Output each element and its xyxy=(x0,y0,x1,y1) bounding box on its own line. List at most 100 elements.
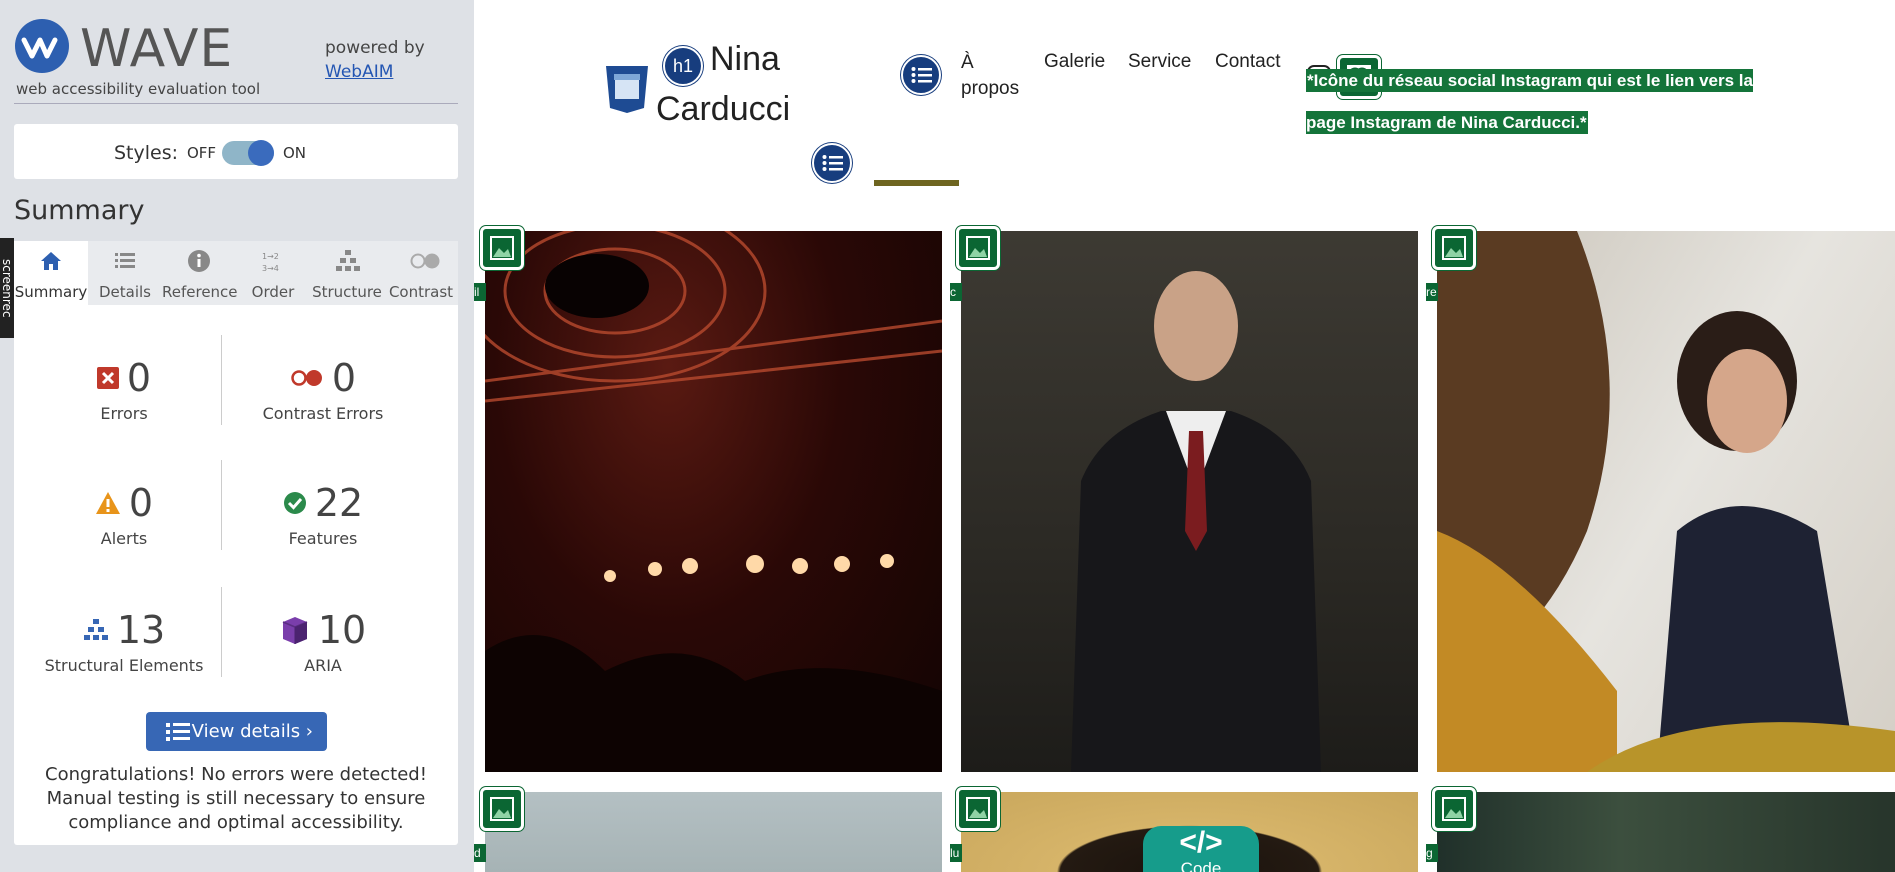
styles-toggle-box: Styles: OFF ON xyxy=(14,124,458,179)
stat-aria[interactable]: 10 ARIA xyxy=(228,608,418,675)
stat-structural[interactable]: 13 Structural Elements xyxy=(29,608,219,675)
powered-by: powered by WebAIM xyxy=(325,36,425,84)
image-icon xyxy=(1442,797,1466,821)
svg-text:3→4: 3→4 xyxy=(262,264,279,273)
gallery-photo-woman[interactable] xyxy=(1437,231,1895,772)
wave-subtitle: web accessibility evaluation tool xyxy=(16,80,261,98)
list-icon xyxy=(166,723,190,741)
html5-shield-icon xyxy=(606,66,648,113)
info-icon xyxy=(188,250,210,272)
nav-link-contact[interactable]: Contact xyxy=(1215,51,1280,73)
tab-label: Details xyxy=(98,283,151,301)
alt-text-chip: il xyxy=(474,283,486,301)
alert-icon xyxy=(95,492,120,514)
brand-name-line2: Carducci xyxy=(656,90,791,128)
image-feature-icon xyxy=(480,787,524,831)
contrast-error-icon xyxy=(291,370,322,386)
image-feature-icon xyxy=(1432,226,1476,270)
tab-order[interactable]: 1→2 3→4 Order xyxy=(236,241,310,305)
h1-label: h1 xyxy=(672,56,694,76)
gallery-photo-6[interactable] xyxy=(1437,792,1895,872)
features-label: Features xyxy=(288,529,358,548)
alerts-count: 0 xyxy=(128,481,154,525)
view-details-label: View details › xyxy=(191,721,313,742)
image-icon xyxy=(966,236,990,260)
image-icon xyxy=(966,797,990,821)
image-icon xyxy=(490,236,514,260)
list-icon xyxy=(911,67,932,83)
features-count: 22 xyxy=(314,481,364,525)
wave-tabs: Summary Details Reference 1→2 3→4 Order S… xyxy=(14,241,458,305)
list-icon xyxy=(115,253,135,268)
brand-name-line1: Nina xyxy=(710,40,780,78)
summary-heading: Summary xyxy=(14,195,145,226)
tab-contrast[interactable]: Contrast xyxy=(384,241,458,305)
tab-structure[interactable]: Structure xyxy=(310,241,384,305)
wave-logo-icon xyxy=(15,19,69,73)
aria-cube-icon xyxy=(282,617,308,644)
congrats-message: Congratulations! No errors were detected… xyxy=(45,764,427,833)
image-feature-icon xyxy=(480,226,524,270)
divider xyxy=(14,103,458,104)
tab-details[interactable]: Details xyxy=(88,241,162,305)
tab-label: Summary xyxy=(14,283,88,301)
list-badge xyxy=(812,143,852,183)
code-label: Code xyxy=(1180,859,1222,872)
order-icon: 1→23→4 xyxy=(262,252,279,273)
concert-scene xyxy=(485,231,942,772)
styles-on-label: ON xyxy=(283,144,307,162)
errors-count: 0 xyxy=(126,356,152,400)
powered-by-label: powered by xyxy=(325,38,425,58)
structural-count: 13 xyxy=(116,608,166,652)
stat-divider xyxy=(221,587,222,677)
webaim-link[interactable]: WebAIM xyxy=(325,60,425,84)
image-feature-icon xyxy=(956,226,1000,270)
image-icon xyxy=(490,797,514,821)
contrast-errors-label: Contrast Errors xyxy=(262,404,384,423)
screenrec-tab[interactable]: screenrec xyxy=(0,238,14,338)
nav-underline xyxy=(874,180,959,186)
tab-reference[interactable]: Reference xyxy=(162,241,238,305)
nav-link-galerie[interactable]: Galerie xyxy=(1044,51,1105,73)
stat-alerts[interactable]: 0 Alerts xyxy=(29,481,219,548)
summary-panel: Summary Details Reference 1→2 3→4 Order S… xyxy=(14,241,458,845)
h1-badge: h1 xyxy=(663,46,703,86)
tab-summary[interactable]: Summary xyxy=(14,241,88,305)
contrast-errors-count: 0 xyxy=(331,356,357,400)
gallery-photo-businessman[interactable] xyxy=(961,231,1418,772)
list-icon xyxy=(822,155,843,171)
aria-count: 10 xyxy=(317,608,367,652)
alt-text-chip: g xyxy=(1426,844,1438,862)
tab-label: Order xyxy=(251,283,295,301)
home-icon xyxy=(41,252,61,270)
alt-text-chip: c xyxy=(950,283,962,301)
list-badge xyxy=(901,55,941,95)
nav-link-service[interactable]: Service xyxy=(1128,51,1191,73)
alt-text-chip: d xyxy=(474,844,486,862)
image-feature-icon xyxy=(956,787,1000,831)
stat-divider xyxy=(221,335,222,425)
code-icon: </> xyxy=(1179,826,1223,859)
structure-icon xyxy=(83,619,108,640)
styles-off-label: OFF xyxy=(187,144,217,162)
error-icon xyxy=(96,367,119,389)
stat-contrast-errors[interactable]: 0 Contrast Errors xyxy=(228,356,418,423)
stat-errors[interactable]: 0 Errors xyxy=(29,356,219,423)
toggle-knob[interactable] xyxy=(248,140,274,166)
errors-label: Errors xyxy=(100,404,148,423)
woman-scene xyxy=(1437,231,1895,772)
tab-label: Contrast xyxy=(388,283,454,301)
businessman-figure xyxy=(1071,271,1321,772)
image-feature-icon xyxy=(1432,787,1476,831)
gallery-photo-concert[interactable] xyxy=(485,231,942,772)
alt-text-highlight: *Icône du réseau social Instagram qui es… xyxy=(1306,69,1753,134)
view-details-button[interactable]: View details › xyxy=(146,712,327,751)
styles-toggle[interactable] xyxy=(222,140,274,166)
nav-link-a-propos[interactable]: À propos xyxy=(961,50,1031,102)
gallery-photo-4[interactable] xyxy=(485,792,942,872)
stat-features[interactable]: 22 Features xyxy=(228,481,418,548)
structure-icon xyxy=(336,250,360,271)
wave-sidebar: WAVE web accessibility evaluation tool p… xyxy=(0,0,474,872)
alt-text-chip: re xyxy=(1426,283,1438,301)
tab-label: Reference xyxy=(162,283,238,301)
